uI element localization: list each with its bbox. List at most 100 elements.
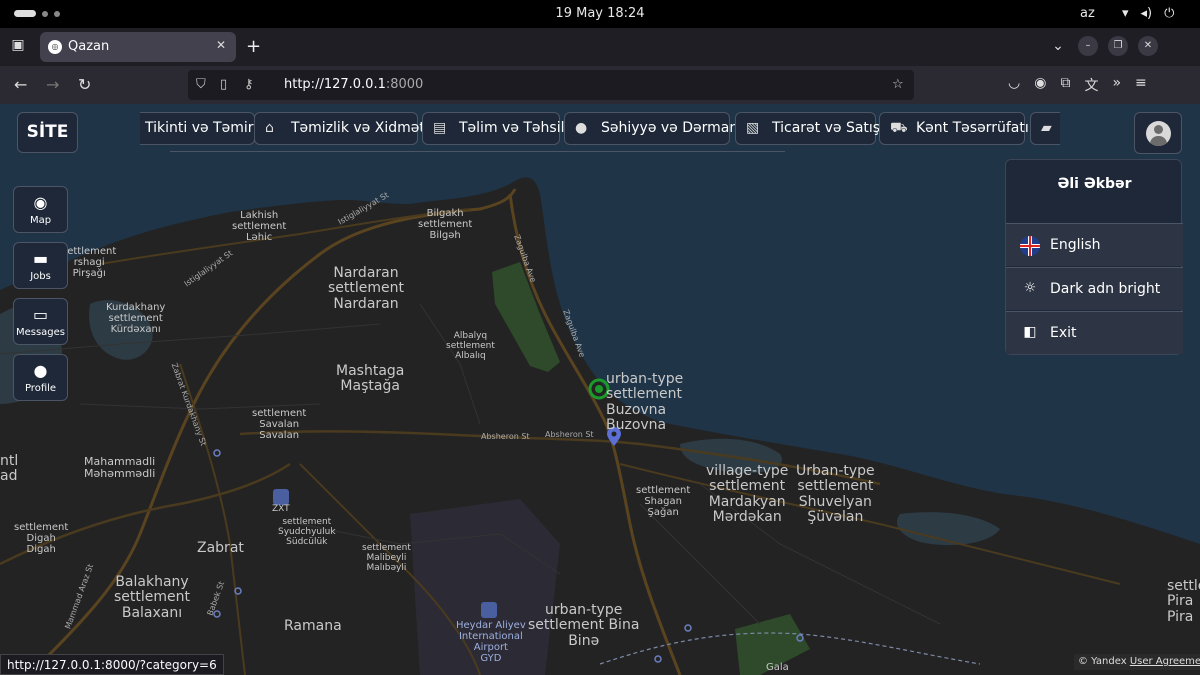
site-favicon-icon: ◎ — [48, 40, 62, 54]
map-label: Mashtaga Maştağa — [336, 363, 405, 395]
map-attribution: © Yandex User Agreement — [1074, 654, 1200, 670]
account-icon[interactable]: ◉ — [1034, 75, 1046, 95]
category-health[interactable]: ● Səhiyyə və Dərman — [564, 112, 738, 145]
user-dropdown-menu: Əli Əkbər English ☼ Dark adn bright ◧ Ex… — [1005, 159, 1183, 355]
map-label: Nardaran settlement Nardaran — [328, 265, 405, 312]
browser-nav-bar: ← → ↻ ⛉ ▯ ⚷ http://127.0.0.1:8000 ☆ ◡ ◉ … — [0, 66, 1200, 104]
nav-messages-button[interactable]: ▭ Messages — [13, 298, 68, 345]
category-label: Kənt Təsərrüfatı — [916, 120, 1029, 136]
url-port: :8000 — [385, 77, 424, 92]
map-label: Balakhany settlement Balaxanı — [114, 574, 191, 621]
nav-label: Profile — [24, 383, 57, 394]
os-top-bar: 19 May 18:24 az ▾ ◂) ⏻ — [0, 0, 1200, 28]
road-label: Absheron St — [545, 430, 594, 439]
browser-tab[interactable]: ◎ Qazan ✕ — [40, 32, 236, 62]
restore-icon[interactable]: ❐ — [1108, 36, 1128, 56]
browser-tab-strip: ▣ ◎ Qazan ✕ + ⌄ – ❐ ✕ — [0, 28, 1200, 66]
briefcase-icon: ▬ — [32, 249, 49, 268]
os-clock[interactable]: 19 May 18:24 — [0, 6, 1200, 21]
keyboard-layout[interactable]: az — [1080, 6, 1095, 21]
nav-map-button[interactable]: ◉ Map — [13, 186, 68, 233]
nav-profile-button[interactable]: ● Profile — [13, 354, 68, 401]
map-label: Urban-type settlement Shuvelyan Şüvəlan — [796, 463, 875, 526]
menu-item-label: Exit — [1050, 325, 1077, 341]
user-agreement-link[interactable]: User Agreement — [1130, 656, 1200, 667]
copyright-text: © Yandex — [1078, 656, 1127, 667]
map-label: Albalyq settlement Albalıq — [446, 331, 495, 361]
overflow-chevrons-icon[interactable]: » — [1112, 75, 1121, 95]
map-label: ntl ad — [0, 453, 19, 485]
map-label: Zabrat — [197, 540, 244, 556]
menu-icon[interactable]: ≡ — [1135, 75, 1147, 95]
map-label: settlement Savalan Savalan — [252, 408, 307, 441]
exit-door-icon: ◧ — [1023, 324, 1037, 340]
minimize-icon[interactable]: – — [1078, 36, 1098, 56]
site-logo[interactable]: SİTE — [17, 112, 78, 153]
volume-icon[interactable]: ◂) — [1141, 6, 1153, 21]
power-icon[interactable]: ⏻ — [1164, 6, 1174, 21]
tab-overview-icon[interactable]: ▣ — [8, 37, 28, 57]
tab-title: Qazan — [68, 39, 110, 54]
map-label: Bilgakh settlement Bilgəh — [418, 208, 473, 241]
bookmark-star-icon[interactable]: ☆ — [892, 77, 904, 92]
reload-icon[interactable]: ↻ — [78, 75, 91, 94]
translate-icon[interactable]: 文 — [1084, 75, 1098, 95]
map-label: Ramana — [284, 618, 342, 634]
category-label: Səhiyyə və Dərman — [601, 120, 739, 136]
map-viewport[interactable]: Lakhish settlement Ləhic Bilgakh settlem… — [0, 104, 1200, 675]
category-agriculture[interactable]: ⛟ Kənt Təsərrüfatı — [879, 112, 1029, 145]
map-label: settlement Syudchyuluk Südcülük — [278, 517, 336, 547]
avatar-icon — [1146, 121, 1171, 146]
category-trade[interactable]: ▧ Ticarət və Satış — [735, 112, 880, 145]
map-label: village-type settlement Mardakyan Mərdək… — [706, 463, 789, 526]
map-pin-icon: ◉ — [33, 193, 48, 212]
new-tab-icon[interactable]: + — [246, 36, 261, 57]
permissions-icon[interactable]: ⚷ — [244, 77, 254, 92]
board-icon: ▤ — [433, 120, 447, 136]
tractor-icon: ⛟ — [890, 120, 908, 136]
extensions-icon[interactable]: ⧉ — [1060, 75, 1070, 95]
nav-jobs-button[interactable]: ▬ Jobs — [13, 242, 68, 289]
user-name: Əli Əkbər — [1057, 176, 1132, 192]
map-label: settlement Shagan Şağan — [636, 485, 691, 518]
map-label: urban-type settlement Buzovna Buzovna — [606, 371, 684, 434]
map-label: Heydar Aliyev International Airport GYD — [456, 620, 526, 664]
map-label: urban-type settlement Bina Binə — [528, 602, 640, 649]
category-construction[interactable]: Tikinti və Təmir — [140, 112, 255, 145]
nav-label: Messages — [15, 327, 66, 338]
category-cleaning[interactable]: ⌂ Təmizlik və Xidmət — [254, 112, 425, 145]
category-label: Təlim və Təhsil — [459, 120, 565, 136]
category-scroll-indicator — [170, 151, 785, 152]
close-window-icon[interactable]: ✕ — [1138, 36, 1158, 56]
map-label: settlement Digah Digah — [14, 522, 69, 555]
map-label: ZXT — [272, 504, 290, 514]
road-label: Absheron St — [481, 432, 530, 441]
page-icon: ▯ — [220, 77, 228, 92]
shield-icon[interactable]: ⛉ — [196, 77, 206, 92]
map-label: settlement rshagi Pirşağı — [62, 246, 117, 279]
close-tab-icon[interactable]: ✕ — [216, 38, 226, 52]
address-bar[interactable]: ⛉ ▯ ⚷ http://127.0.0.1:8000 ☆ — [188, 70, 914, 100]
menu-item-exit[interactable]: ◧ Exit — [1006, 311, 1183, 354]
uk-flag-icon — [1020, 236, 1040, 256]
menu-item-label: English — [1050, 237, 1101, 253]
list-tabs-chevron-icon[interactable]: ⌄ — [1048, 36, 1068, 56]
category-bar[interactable]: Tikinti və Təmir ⌂ Təmizlik və Xidmət ▤ Tə… — [140, 112, 1060, 146]
category-transport[interactable]: ▰ — [1030, 112, 1060, 145]
wifi-icon[interactable]: ▾ — [1122, 6, 1129, 21]
menu-item-label: Dark adn bright — [1050, 281, 1161, 297]
category-education[interactable]: ▤ Təlim və Təhsil — [422, 112, 565, 145]
chat-icon: ▭ — [32, 305, 49, 324]
pocket-icon[interactable]: ◡ — [1008, 75, 1020, 95]
theme-toggle-icon: ☼ — [1023, 280, 1037, 296]
user-avatar-button[interactable] — [1134, 112, 1182, 154]
menu-item-language[interactable]: English — [1006, 223, 1183, 266]
nav-label: Map — [29, 215, 52, 226]
map-label: Kurdakhany settlement Kürdəxanı — [106, 302, 166, 335]
forward-arrow-icon[interactable]: → — [46, 75, 59, 94]
nav-label: Jobs — [30, 271, 51, 282]
doctor-icon: ● — [575, 120, 588, 136]
menu-item-theme[interactable]: ☼ Dark adn bright — [1006, 267, 1183, 310]
category-label: Təmizlik və Xidmət — [291, 120, 425, 136]
back-arrow-icon[interactable]: ← — [14, 75, 27, 94]
